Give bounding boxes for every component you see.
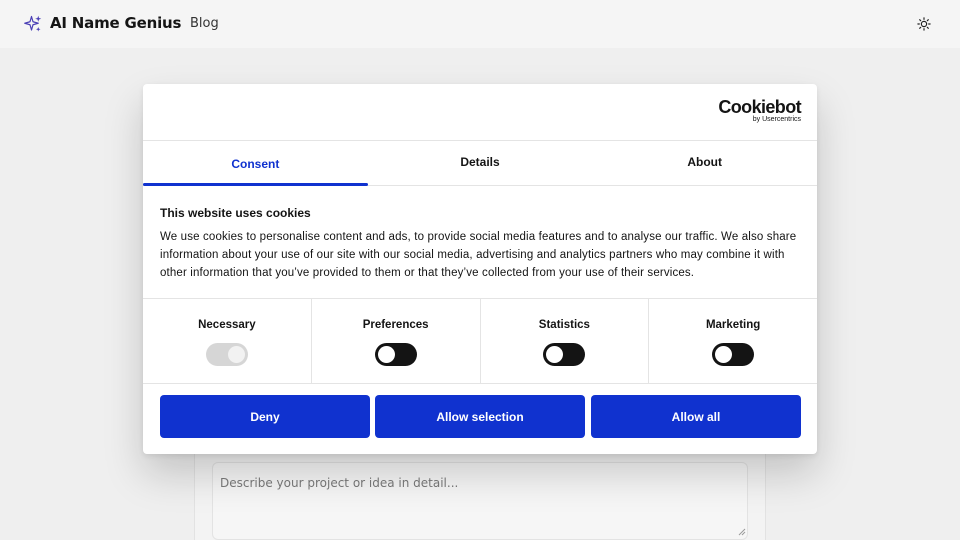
toggle-knob xyxy=(227,346,245,363)
dialog-header: Cookiebot by Usercentrics xyxy=(143,84,817,141)
toggle-preferences[interactable] xyxy=(374,343,417,366)
project-description-textarea[interactable] xyxy=(212,462,748,540)
toggle-cell-statistics: Statistics xyxy=(481,299,650,383)
toggle-cell-preferences: Preferences xyxy=(312,299,481,383)
cookie-consent-dialog: Cookiebot by Usercentrics Consent Detail… xyxy=(143,84,817,454)
toggle-knob xyxy=(377,346,395,363)
toggle-cell-necessary: Necessary xyxy=(143,299,312,383)
toggle-cell-marketing: Marketing xyxy=(649,299,817,383)
textarea-placeholder: Describe your project or idea in detail.… xyxy=(220,476,459,490)
allow-selection-button[interactable]: Allow selection xyxy=(375,395,585,438)
dialog-title: This website uses cookies xyxy=(160,206,311,220)
top-bar: AI Name Genius Blog xyxy=(0,0,960,48)
allow-all-button[interactable]: Allow all xyxy=(591,395,801,438)
cookiebot-logo-text: Cookiebot xyxy=(718,97,801,117)
cookiebot-logo-subtext: by Usercentrics xyxy=(752,116,801,123)
toggle-label-necessary: Necessary xyxy=(198,319,256,331)
toggle-label-preferences: Preferences xyxy=(362,319,429,331)
toggle-necessary xyxy=(205,343,248,366)
deny-button[interactable]: Deny xyxy=(160,395,370,438)
consent-toggles: Necessary Preferences Statistics Marketi… xyxy=(143,298,817,384)
dialog-tabs: Consent Details About xyxy=(143,141,817,186)
dialog-description: We use cookies to personalise content an… xyxy=(160,231,797,279)
tab-about[interactable]: About xyxy=(592,141,817,185)
toggle-marketing[interactable] xyxy=(712,343,755,366)
toggle-knob xyxy=(715,346,733,363)
toggle-label-marketing: Marketing xyxy=(705,319,761,331)
sparkle-icon[interactable] xyxy=(24,15,42,33)
tab-details[interactable]: Details xyxy=(368,141,593,185)
tab-consent[interactable]: Consent xyxy=(143,141,368,186)
sun-icon[interactable] xyxy=(917,17,931,31)
nav-link-blog[interactable]: Blog xyxy=(190,16,219,31)
cookiebot-logo[interactable]: Cookiebot by Usercentrics xyxy=(718,98,801,124)
toggle-label-statistics: Statistics xyxy=(538,319,590,331)
toggle-knob xyxy=(546,346,564,363)
toggle-statistics[interactable] xyxy=(543,343,586,366)
brand-name[interactable]: AI Name Genius xyxy=(50,14,181,32)
resize-handle-icon[interactable] xyxy=(738,528,746,536)
